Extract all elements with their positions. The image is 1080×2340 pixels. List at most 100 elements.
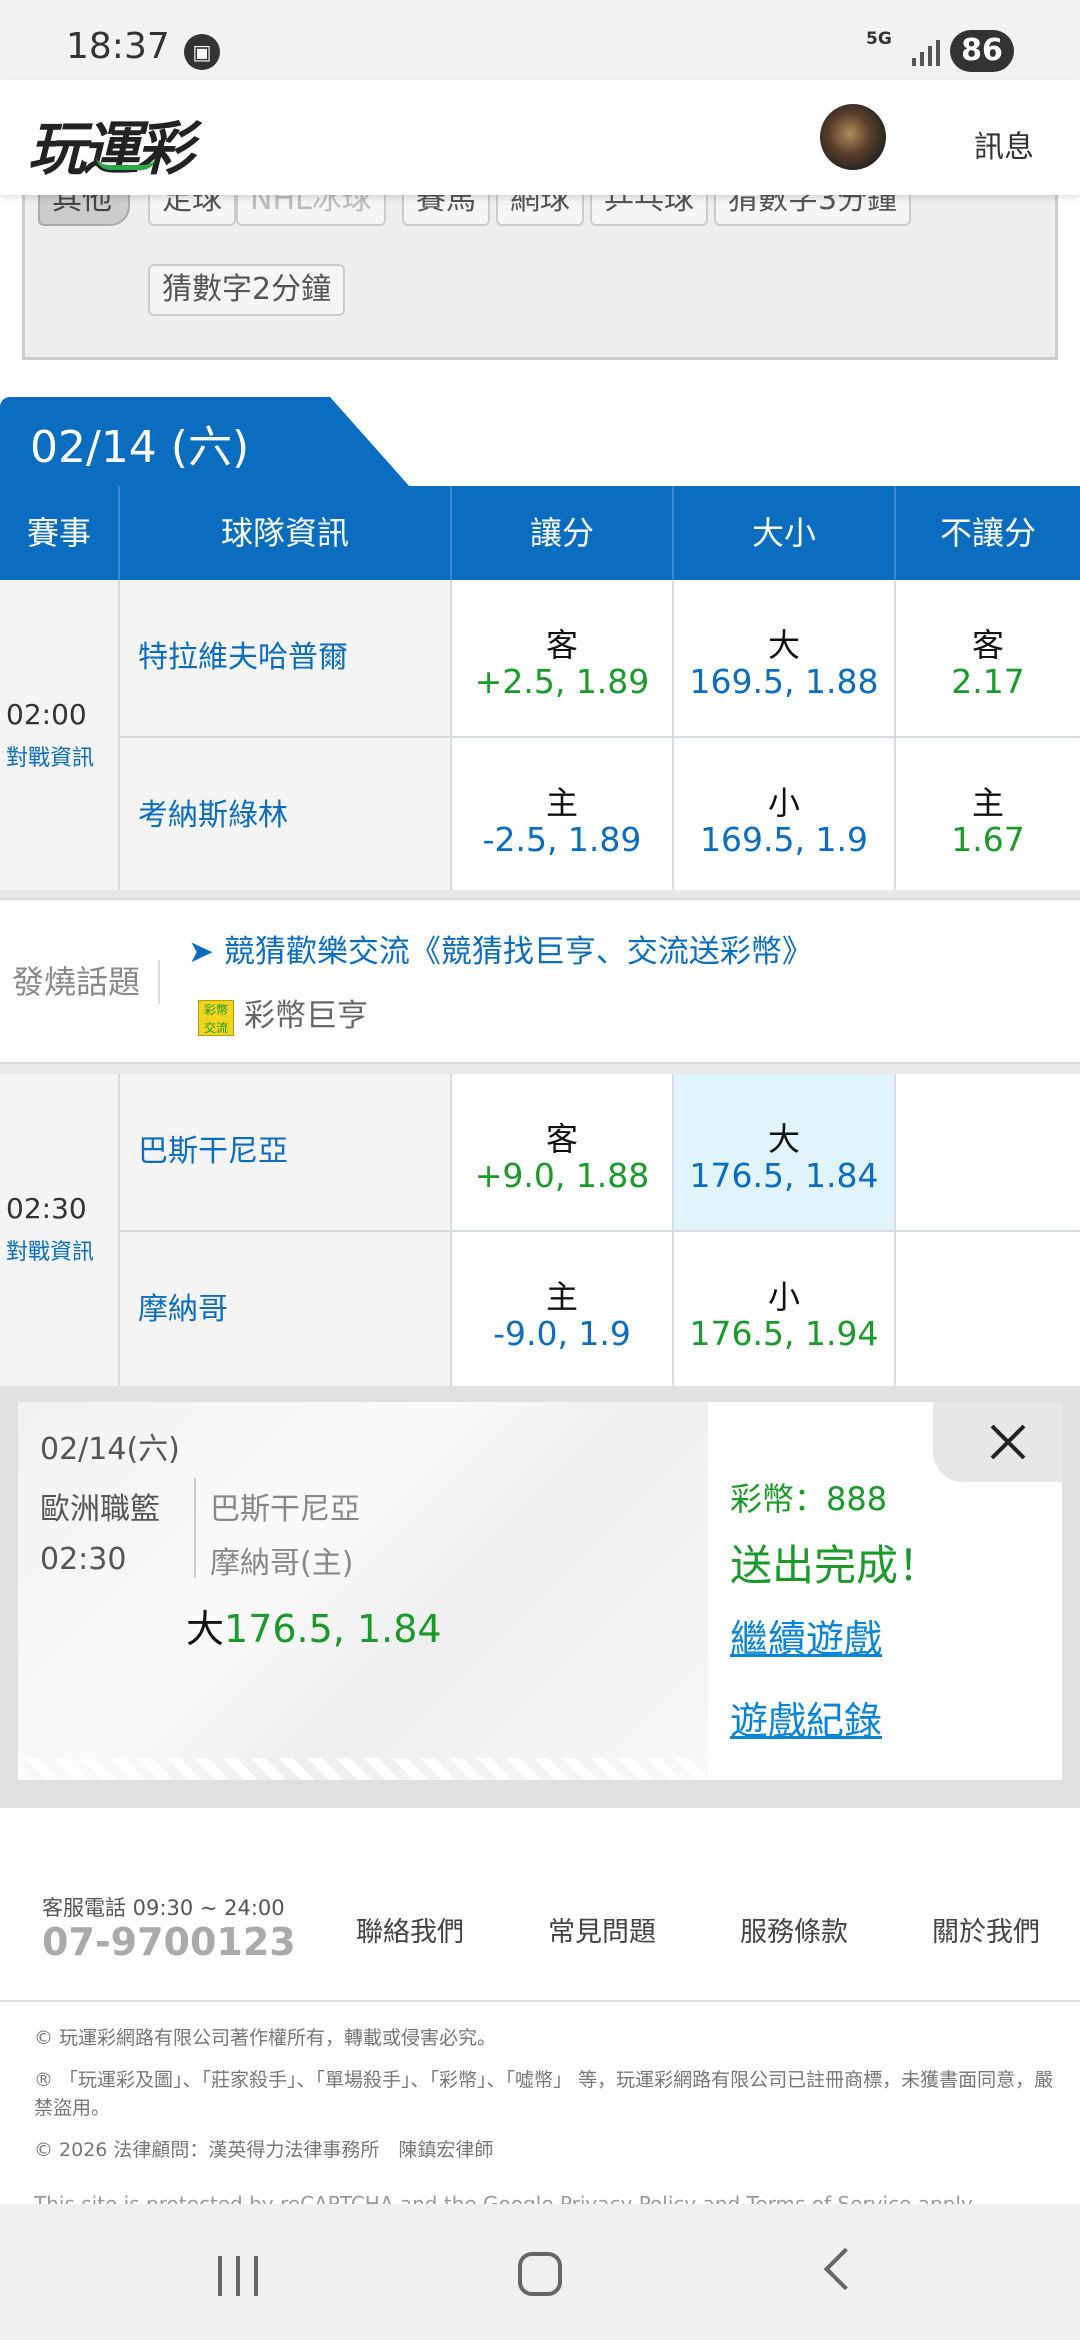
home-team[interactable]: 考納斯綠林 [120,736,452,892]
col-moneyline: 不讓分 [939,514,1036,552]
odds-value: 2.17 [951,662,1025,701]
hot-topic-user: 彩幣巨亨 [244,998,368,1034]
odds-table-header: 賽事 球隊資訊 讓分 大小 不讓分 [0,486,1080,580]
user-avatar[interactable] [820,104,886,170]
status-bar: 18:37 ▣ 5G 86 [0,0,1080,80]
odds-label: 主 [545,1278,578,1316]
recent-apps-icon[interactable] [218,2256,262,2296]
slip-league: 歐洲職籃 [40,1492,160,1527]
total-over-cell-selected[interactable]: 大 176.5, 1.84 [674,1074,896,1230]
home-icon[interactable] [518,2252,562,2296]
slip-pick-odds: 176.5, 1.84 [224,1607,442,1651]
odds-label: 大 [767,1120,800,1158]
match-row: 02:30 對戰資訊 巴斯干尼亞 摩納哥 客 +9.0, 1.88 主 -9.0… [0,1074,1080,1386]
col-team: 球隊資訊 [120,486,452,580]
match-info-link[interactable]: 對戰資訊 [6,1234,94,1266]
back-icon[interactable] [823,2247,867,2291]
spread-home-cell[interactable]: 主 -2.5, 1.89 [452,736,674,892]
hot-topic-label: 發燒話題 [12,960,161,1004]
moneyline-empty-cell [896,1074,1080,1230]
close-icon[interactable] [980,1414,1036,1470]
forum-badge-icon: 彩幣交流 [198,999,234,1036]
hot-topic-link[interactable]: ➤ 競猜歡樂交流《競猜找巨亨、交流送彩幣》 [188,926,813,971]
divider [0,890,1080,898]
category-chip[interactable]: 猜數字2分鐘 [148,264,346,316]
footer-link-faq[interactable]: 常見問題 [548,1910,656,1949]
total-under-cell[interactable]: 小 176.5, 1.94 [674,1230,896,1386]
odds-label: 客 [545,626,578,664]
legal-text: © 2026 法律顧問：漢英得力法律事務所 陳鎮宏律師 [34,2139,494,2161]
col-spread: 讓分 [452,486,674,580]
odds-value: 169.5, 1.9 [700,820,868,859]
moneyline-empty-cell [896,1230,1080,1386]
trademark-text: ® 「玩運彩及圖」、「莊家殺手」、「單場殺手」、「彩幣」、「噓幣」 等，玩運彩網… [34,2069,1054,2119]
slip-pick: 大176.5, 1.84 [186,1598,442,1653]
network-indicator: 5G [866,29,892,49]
submit-success-message: 送出完成！ [730,1541,941,1590]
continue-game-link[interactable]: 繼續遊戲 [730,1608,882,1663]
away-team[interactable]: 特拉維夫哈普爾 [120,580,452,736]
odds-label: 主 [545,784,578,822]
odds-value: +9.0, 1.88 [474,1156,650,1195]
odds-label: 客 [971,626,1004,664]
footer-link-about[interactable]: 關於我們 [932,1910,1040,1949]
odds-label: 小 [767,784,800,822]
odds-value: 169.5, 1.88 [689,662,879,701]
odds-value: -2.5, 1.89 [482,820,642,859]
match-time: 02:00 [6,698,87,731]
site-logo[interactable]: 玩運彩 [28,102,194,186]
spread-away-cell[interactable]: 客 +2.5, 1.89 [452,580,674,736]
logo-swoosh [96,156,156,170]
date-tab: 02/14 (六) [0,397,410,487]
match-time-cell: 02:30 對戰資訊 [0,1074,120,1386]
copyright-text: © 玩運彩網路有限公司著作權所有，轉載或侵害必究。 [34,2027,497,2049]
slip-zigzag-edge [18,1758,708,1780]
site-header: 玩運彩 訊息 [0,80,1080,195]
odds-label: 大 [767,626,800,664]
odds-value: -9.0, 1.9 [493,1314,631,1353]
spread-away-cell[interactable]: 客 +9.0, 1.88 [452,1074,674,1230]
match-time: 02:30 [6,1192,87,1225]
slip-team-home: 摩納哥(主) [210,1546,354,1581]
slip-pick-label: 大 [186,1607,225,1651]
moneyline-away-cell[interactable]: 客 2.17 [896,580,1080,736]
game-history-link[interactable]: 遊戲紀錄 [730,1690,882,1745]
divider [0,1064,1080,1074]
messages-link[interactable]: 訊息 [974,122,1034,166]
total-under-cell[interactable]: 小 169.5, 1.9 [674,736,896,892]
slip-divider [194,1478,196,1578]
home-team[interactable]: 摩納哥 [120,1230,452,1386]
slip-team-away: 巴斯干尼亞 [210,1492,360,1527]
status-time: 18:37 [66,26,170,67]
hot-topic-author[interactable]: 彩幣交流 彩幣巨亨 [198,990,368,1036]
odds-value: 176.5, 1.84 [689,1156,879,1195]
spread-home-cell[interactable]: 主 -9.0, 1.9 [452,1230,674,1386]
total-over-cell[interactable]: 大 169.5, 1.88 [674,580,896,736]
footer-link-contact[interactable]: 聯絡我們 [356,1910,464,1949]
service-hours: 客服電話 09:30 ~ 24:00 [42,1896,285,1920]
bet-slip-details: 02/14(六) 歐洲職籃 02:30 巴斯干尼亞 摩納哥(主) 大176.5,… [18,1402,708,1780]
signal-icon [912,40,940,66]
service-phone[interactable]: 07-9700123 [42,1920,296,1964]
match-time-cell: 02:00 對戰資訊 [0,580,120,892]
odds-label: 小 [767,1278,800,1316]
odds-label: 客 [545,1120,578,1158]
slip-date: 02/14(六) [40,1432,180,1467]
coin-balance: 彩幣：888 [730,1480,888,1518]
odds-value: 1.67 [951,820,1025,859]
hot-topic-banner: 發燒話題 ➤ 競猜歡樂交流《競猜找巨亨、交流送彩幣》 彩幣交流 彩幣巨亨 [0,898,1080,1064]
moneyline-home-cell[interactable]: 主 1.67 [896,736,1080,892]
odds-value: 176.5, 1.94 [689,1314,879,1353]
col-total: 大小 [674,486,896,580]
odds-value: +2.5, 1.89 [474,662,650,701]
footer-divider [0,1806,1080,1808]
battery-indicator: 86 [950,30,1014,72]
match-info-link[interactable]: 對戰資訊 [6,740,94,772]
col-event: 賽事 [0,486,120,580]
screenshot-icon: ▣ [184,34,220,70]
footer-link-terms[interactable]: 服務條款 [740,1910,848,1949]
match-row: 02:00 對戰資訊 特拉維夫哈普爾 考納斯綠林 客 +2.5, 1.89 主 … [0,580,1080,892]
away-team[interactable]: 巴斯干尼亞 [120,1074,452,1230]
footer-divider [0,2000,1080,2002]
odds-label: 主 [971,784,1004,822]
